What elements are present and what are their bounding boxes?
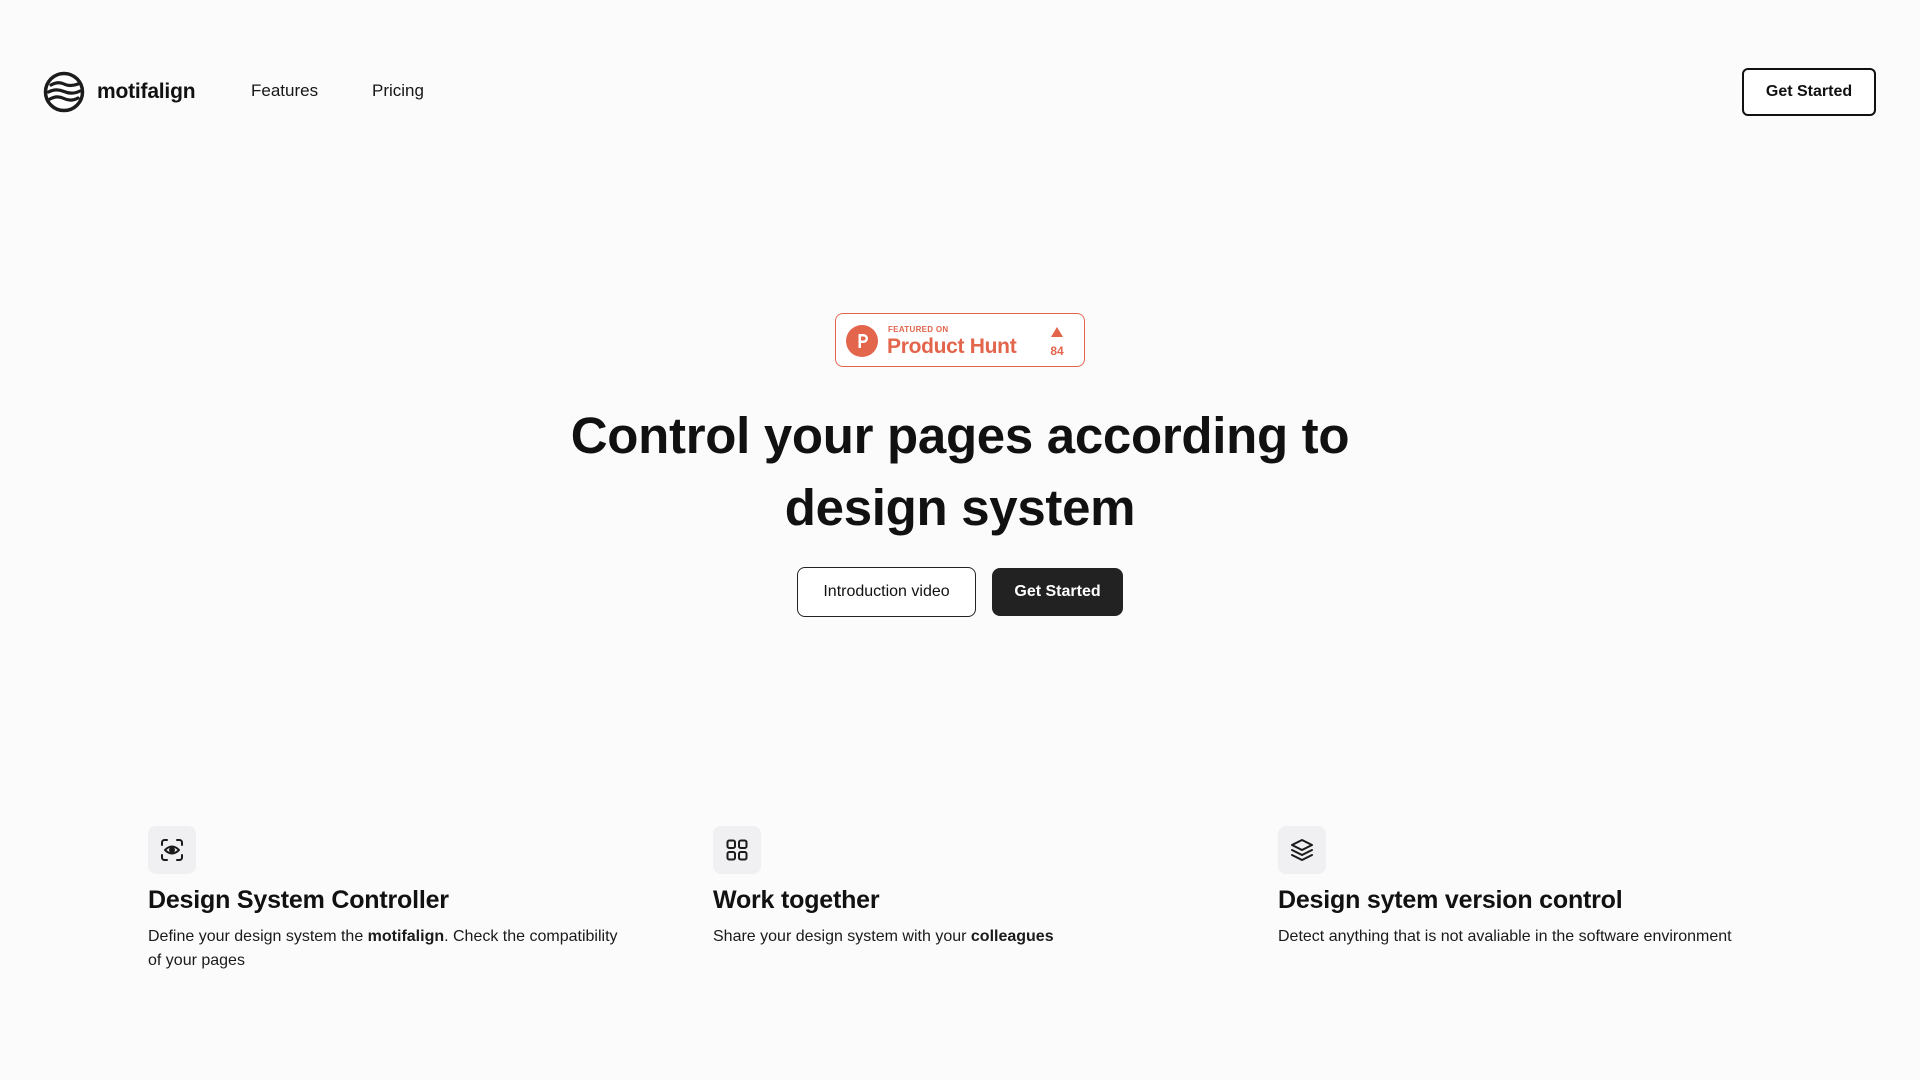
nav-link-pricing[interactable]: Pricing [372,81,424,101]
eye-scan-icon [148,826,196,874]
layers-icon [1278,826,1326,874]
product-hunt-logo-icon [846,325,878,357]
upvote-arrow-icon [1051,327,1063,337]
brand-logo-icon [43,71,85,113]
feature-description: Share your design system with your colle… [713,928,1054,945]
nav-link-features[interactable]: Features [251,81,318,101]
feature-design-system-controller: Design System Controller Define your des… [148,826,618,973]
nav-get-started-button[interactable]: Get Started [1742,68,1876,116]
brand[interactable]: motifalign [43,70,196,114]
hero-title-line-1: Control your pages according to [570,407,1350,464]
featured-on-label: FEATURED ON [888,325,949,334]
feature-title: Work together [713,886,880,914]
grid-icon [713,826,761,874]
hero-title-line-2: design system [784,479,1136,536]
top-navigation: motifalign Features Pricing Get Started [0,0,1920,184]
product-hunt-badge[interactable]: FEATURED ON Product Hunt 84 [835,313,1085,367]
feature-title: Design sytem version control [1278,886,1623,914]
brand-name: motifalign [97,80,196,103]
upvote-count: 84 [1050,344,1064,358]
feature-version-control: Design sytem version control Detect anyt… [1278,826,1838,949]
hero-get-started-button[interactable]: Get Started [992,568,1123,616]
feature-title: Design System Controller [148,886,449,914]
hero-title: Control your pages according to design s… [460,400,1460,544]
feature-work-together: Work together Share your design system w… [713,826,1183,949]
product-hunt-label: Product Hunt [887,335,1017,358]
introduction-video-button[interactable]: Introduction video [797,567,976,617]
feature-description: Define your design system the motifalign… [148,928,618,969]
feature-description: Detect anything that is not avaliable in… [1278,928,1732,945]
